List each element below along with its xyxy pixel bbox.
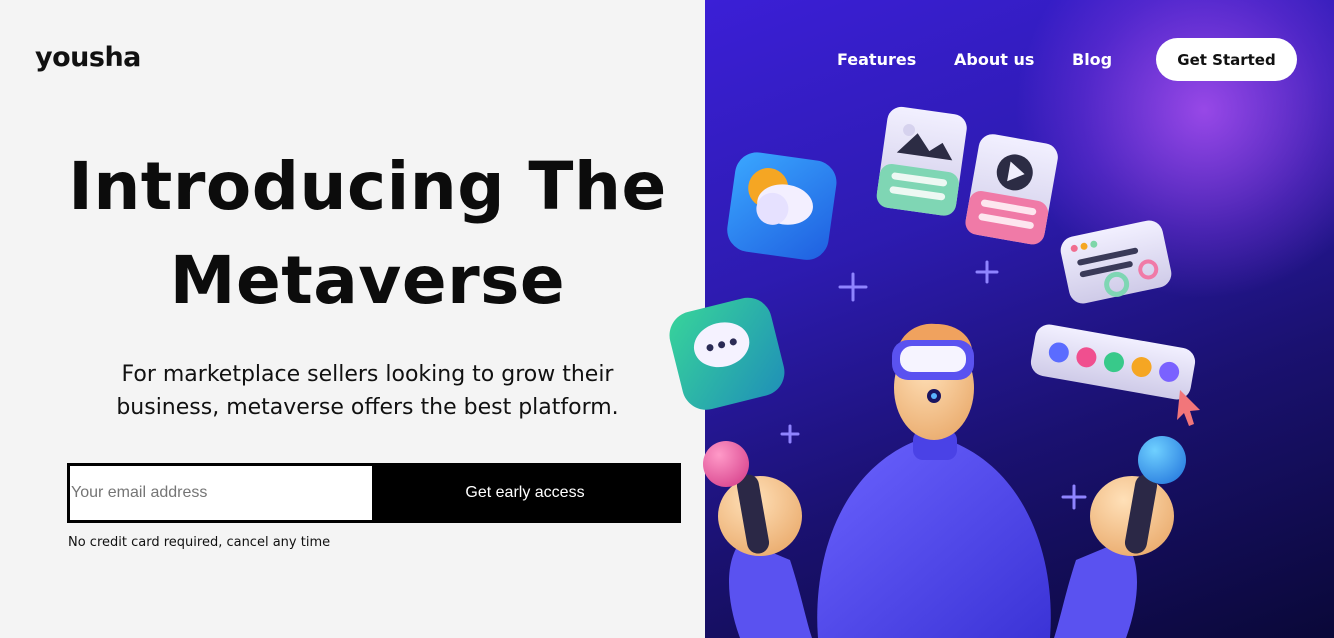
hero-illustration-panel: [705, 0, 1334, 638]
top-nav: Features About us Blog Get Started: [0, 38, 1334, 82]
left-panel: yousha Introducing The Metaverse For mar…: [0, 0, 705, 638]
hero-subtitle: For marketplace sellers looking to grow …: [60, 358, 675, 424]
get-started-button[interactable]: Get Started: [1156, 38, 1297, 81]
subtitle-line-1: For marketplace sellers looking to grow …: [121, 362, 614, 387]
hero-headline: Introducing The Metaverse: [30, 140, 705, 328]
subtitle-line-2: business, metaverse offers the best plat…: [116, 395, 619, 420]
email-input[interactable]: [70, 466, 372, 520]
headline-line-1: Introducing The: [68, 148, 667, 225]
nav-link-about-us[interactable]: About us: [954, 50, 1034, 69]
signup-form: Get early access: [67, 463, 681, 523]
signup-note: No credit card required, cancel any time: [68, 535, 331, 550]
nav-link-blog[interactable]: Blog: [1072, 50, 1112, 69]
get-early-access-button[interactable]: Get early access: [372, 466, 678, 520]
nav-link-features[interactable]: Features: [837, 50, 916, 69]
headline-line-2: Metaverse: [169, 242, 566, 319]
